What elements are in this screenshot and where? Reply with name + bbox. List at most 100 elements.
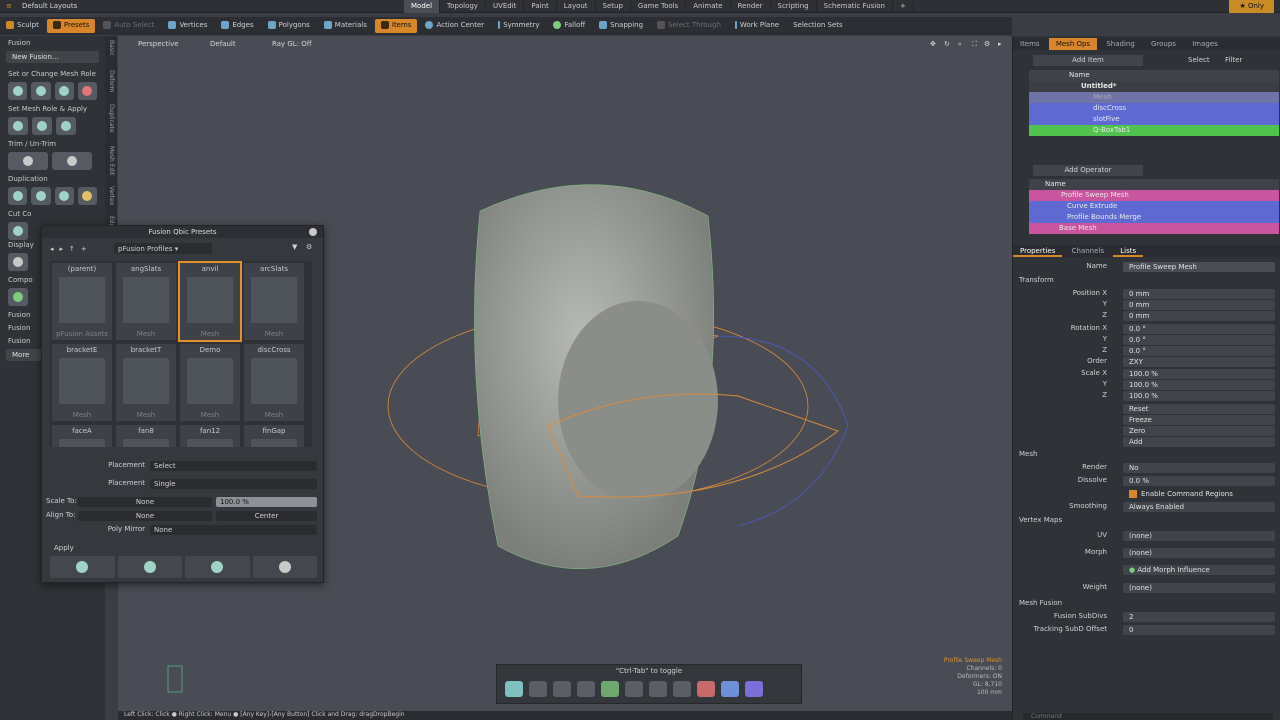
rotation-y-field[interactable]: 0.0 °	[1123, 335, 1275, 345]
tab-model[interactable]: Model	[404, 0, 441, 13]
role-union-button[interactable]	[8, 82, 28, 100]
view-mode[interactable]: Perspective	[138, 40, 179, 48]
tab-uvedit[interactable]: UVEdit	[486, 0, 525, 13]
items-button[interactable]: Items	[374, 19, 418, 33]
preset-cell-selected[interactable]: anvil Mesh	[178, 261, 242, 342]
display-button[interactable]	[8, 253, 28, 271]
move-view-icon[interactable]: ✥	[930, 40, 936, 48]
apply-union-button[interactable]	[8, 117, 28, 135]
tab-items[interactable]: Items	[1013, 38, 1047, 50]
tab-render[interactable]: Render	[731, 0, 771, 13]
settings-icon[interactable]: ⚙	[306, 243, 312, 251]
add-icon[interactable]: +	[81, 245, 87, 253]
trim-button[interactable]	[8, 152, 48, 170]
tab-mesh-ops[interactable]: Mesh Ops	[1048, 38, 1098, 50]
order-dropdown[interactable]: ZXY	[1123, 357, 1275, 367]
apply-plain-btn[interactable]	[252, 556, 317, 578]
zoom-view-icon[interactable]: ⌕	[958, 40, 962, 49]
placement-select-dropdown[interactable]: Select	[150, 461, 317, 471]
tab-paint[interactable]: Paint	[524, 0, 557, 13]
preset-cell[interactable]: (parent) pFusion Assets	[52, 263, 112, 340]
selection-sets-button[interactable]: Selection Sets	[787, 19, 849, 33]
scale-icon[interactable]	[673, 681, 691, 697]
tab-images[interactable]: Images	[1185, 38, 1225, 50]
preset-cell[interactable]: Demo Mesh	[180, 344, 240, 421]
apply-union-btn[interactable]	[50, 556, 115, 578]
zero-button[interactable]: Zero	[1123, 426, 1275, 436]
falloff-button[interactable]: Falloff	[547, 19, 591, 33]
position-x-field[interactable]: 0 mm	[1123, 289, 1275, 299]
preset-cell[interactable]: discCross Mesh	[244, 344, 304, 421]
add-button[interactable]: Add	[1123, 437, 1275, 447]
placement-mode-dropdown[interactable]: Single	[150, 479, 317, 489]
morph-dropdown[interactable]: (none)	[1123, 548, 1275, 558]
add-tab-icon[interactable]: +	[893, 0, 914, 13]
uv-dropdown[interactable]: (none)	[1123, 531, 1275, 541]
back-icon[interactable]: ◂	[50, 245, 54, 253]
tree-row[interactable]: slotFive	[1029, 114, 1279, 125]
presets-button[interactable]: Presets	[46, 19, 96, 33]
rotate-view-icon[interactable]: ↻	[944, 40, 950, 48]
vtab-basic[interactable]: Basic	[108, 40, 115, 56]
shading-mode[interactable]: Default	[210, 40, 236, 48]
viewport-settings-icon[interactable]: ⚙	[984, 40, 990, 48]
preset-cell[interactable]: arcSlats Mesh	[244, 263, 304, 340]
tab-schematic-fusion[interactable]: Schematic Fusion	[817, 0, 893, 13]
align-to-dropdown[interactable]: None	[78, 511, 212, 521]
apply-subtract-btn[interactable]	[117, 556, 182, 578]
tab-groups[interactable]: Groups	[1144, 38, 1183, 50]
role-subtract-button[interactable]	[31, 82, 51, 100]
action-center-button[interactable]: Action Center	[419, 19, 490, 33]
materials-button[interactable]: Materials	[318, 19, 373, 33]
dup-a-button[interactable]	[8, 187, 28, 205]
rotation-x-field[interactable]: 0.0 °	[1123, 324, 1275, 334]
knife-icon[interactable]	[529, 681, 547, 697]
layout-selector[interactable]: Default Layouts	[22, 2, 77, 10]
vtab-duplicate[interactable]: Duplicate	[108, 104, 115, 133]
enable-command-checkbox[interactable]: Enable Command Regions	[1123, 489, 1275, 499]
scale-percent-field[interactable]: 100.0 %	[216, 497, 317, 507]
sculpt-button[interactable]: Sculpt	[0, 19, 45, 33]
preset-cell[interactable]: fan12	[180, 425, 240, 447]
select-through-button[interactable]: Select Through	[651, 19, 727, 33]
apply-intersect-btn[interactable]	[185, 556, 250, 578]
dup-d-button[interactable]	[77, 187, 97, 205]
command-input[interactable]: Command	[1023, 713, 1273, 720]
viewport-menu-icon[interactable]: ▸	[998, 40, 1002, 48]
weight-dropdown[interactable]: (none)	[1123, 583, 1275, 593]
maximize-view-icon[interactable]: ⛶	[972, 40, 977, 49]
filter-icon[interactable]: ▼	[292, 243, 297, 251]
close-icon[interactable]	[309, 228, 317, 236]
tab-topology[interactable]: Topology	[440, 0, 486, 13]
rotation-z-field[interactable]: 0.0 °	[1123, 346, 1275, 356]
cube-icon[interactable]	[601, 681, 619, 697]
mesh-fusion-icon[interactable]	[505, 681, 523, 697]
tab-properties[interactable]: Properties	[1013, 245, 1063, 257]
tracking-field[interactable]: 0	[1123, 625, 1275, 635]
scale-z-field[interactable]: 100.0 %	[1123, 391, 1275, 401]
op-row[interactable]: Profile Bounds Merge	[1029, 212, 1279, 223]
edges-button[interactable]: Edges	[215, 19, 259, 33]
polygons-button[interactable]: Polygons	[262, 19, 316, 33]
preset-cell[interactable]: finGap	[244, 425, 304, 447]
more-button[interactable]: More	[6, 349, 46, 361]
preset-cell[interactable]: bracketT Mesh	[116, 344, 176, 421]
tab-channels[interactable]: Channels	[1065, 245, 1111, 257]
smoothing-dropdown[interactable]: Always Enabled	[1123, 502, 1275, 512]
tab-scripting[interactable]: Scripting	[771, 0, 817, 13]
rotate-icon[interactable]	[649, 681, 667, 697]
tab-game-tools[interactable]: Game Tools	[631, 0, 687, 13]
up-icon[interactable]: ↑	[69, 245, 75, 253]
add-operator-dropdown[interactable]: Add Operator	[1033, 165, 1143, 176]
preset-path-dropdown[interactable]: pFusion Profiles ▾	[114, 243, 212, 254]
tab-setup[interactable]: Setup	[596, 0, 631, 13]
tree-row[interactable]: Q-BoxTab1	[1029, 125, 1279, 136]
vertices-button[interactable]: Vertices	[162, 19, 213, 33]
tree-row[interactable]: discCross	[1029, 103, 1279, 114]
only-button[interactable]: ★ Only	[1229, 0, 1274, 13]
dup-c-button[interactable]	[54, 187, 74, 205]
scale-x-field[interactable]: 100.0 %	[1123, 369, 1275, 379]
role-clear-button[interactable]	[77, 82, 97, 100]
op-row[interactable]: Curve Extrude	[1029, 201, 1279, 212]
vtab-deform[interactable]: Deform	[108, 70, 115, 92]
